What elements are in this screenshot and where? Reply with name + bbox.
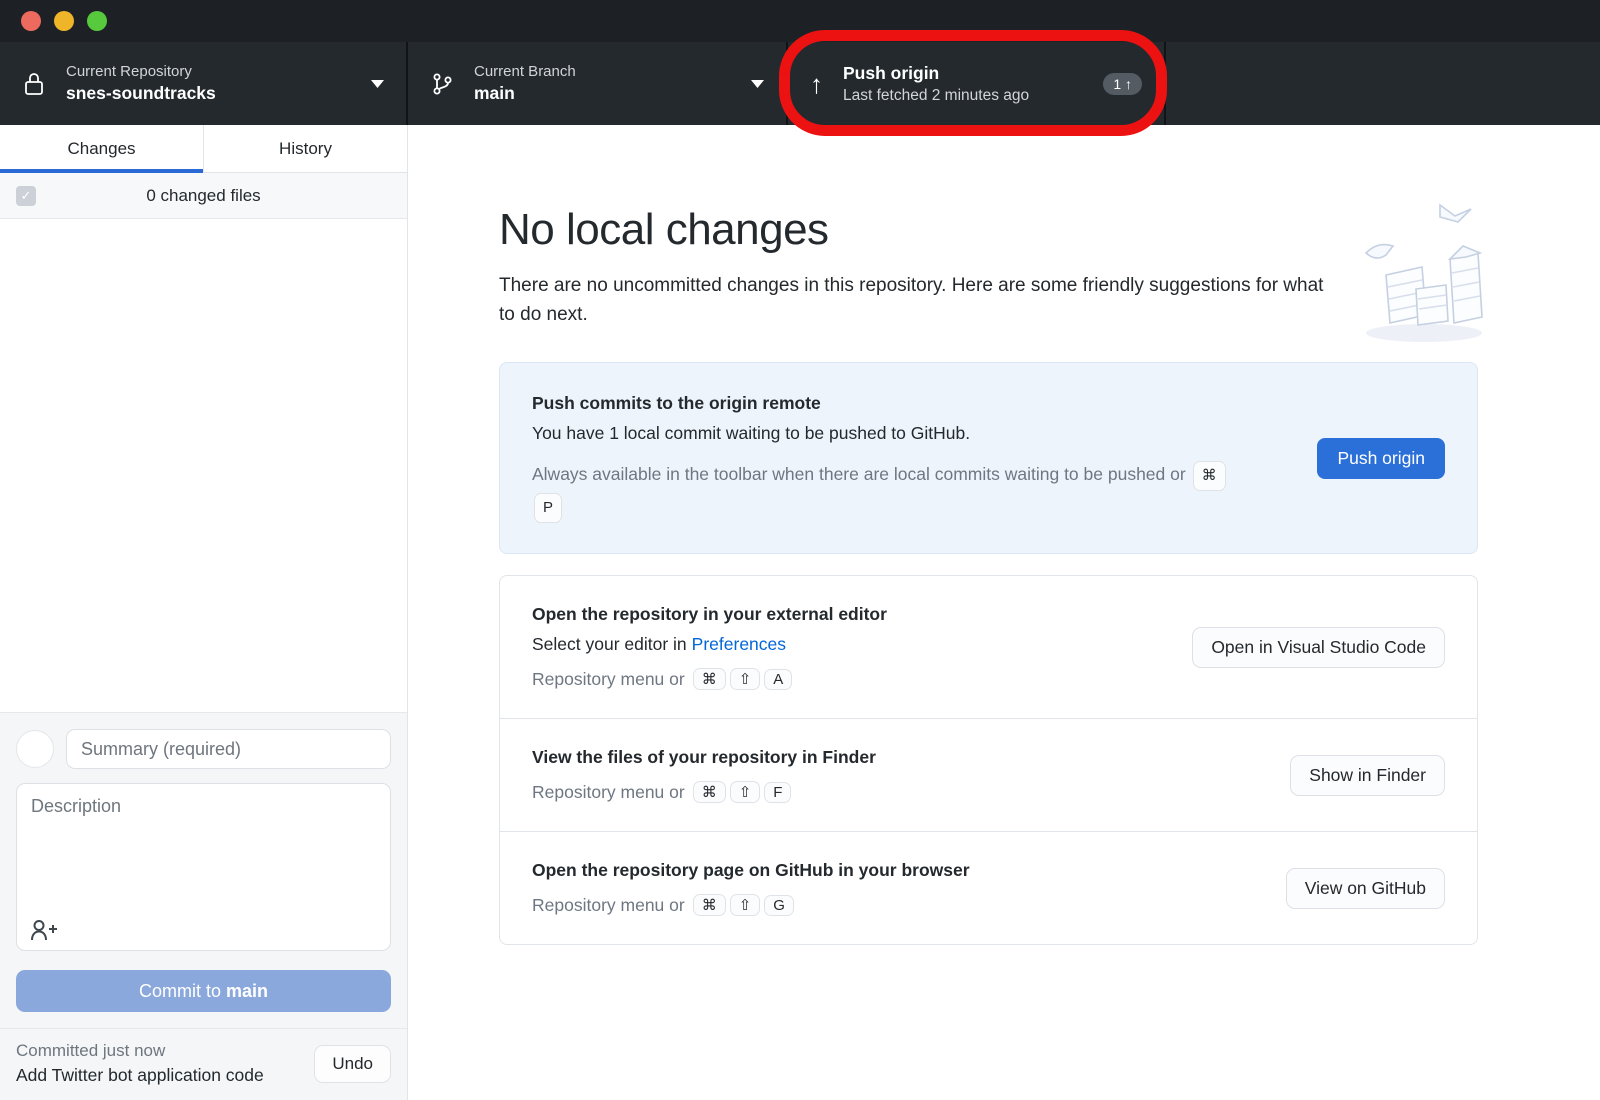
push-commits-panel: Push commits to the origin remote You ha… — [499, 362, 1478, 555]
p-key: P — [534, 493, 562, 523]
cmd-key: ⌘ — [1193, 461, 1226, 491]
select-all-checkbox[interactable]: ✓ — [16, 186, 36, 206]
tab-changes[interactable]: Changes — [0, 125, 203, 172]
chevron-down-icon — [371, 80, 384, 88]
push-origin-button[interactable]: Push origin — [1317, 438, 1445, 479]
a-key: A — [764, 669, 792, 690]
git-branch-icon — [430, 70, 454, 98]
preferences-link[interactable]: Preferences — [692, 634, 786, 654]
push-origin-title: Push origin — [843, 63, 1093, 84]
suggestion-line: Select your editor inPreferences — [532, 634, 1168, 655]
titlebar — [0, 0, 1600, 42]
shift-key: ⇧ — [730, 668, 761, 690]
zoom-window-button[interactable] — [87, 11, 107, 31]
suggestion-hint: Repository menu or ⌘⇧F — [532, 781, 1266, 803]
cmd-key: ⌘ — [693, 894, 726, 916]
view-on-github-button[interactable]: View on GitHub — [1286, 868, 1445, 909]
avatar — [16, 730, 54, 768]
lock-icon — [22, 70, 46, 98]
commit-to-main-button[interactable]: Commit tomain — [16, 970, 391, 1012]
push-panel-line: You have 1 local commit waiting to be pu… — [532, 423, 1293, 444]
suggestion-row-external-editor: Open the repository in your external edi… — [500, 576, 1477, 718]
push-panel-hint: Always available in the toolbar when the… — [532, 459, 1232, 524]
sidebar-tabs: Changes History — [0, 125, 407, 173]
suggestion-row-github: Open the repository page on GitHub in yo… — [500, 831, 1477, 944]
commit-status-text: Committed just now — [16, 1041, 314, 1061]
add-coauthor-icon[interactable] — [30, 918, 58, 942]
description-input[interactable] — [16, 783, 391, 951]
push-origin-toolbar-button[interactable]: ↑ Push origin Last fetched 2 minutes ago… — [788, 42, 1166, 125]
sidebar: Changes History ✓ 0 changed files — [0, 125, 408, 1100]
commit-form: Commit tomain — [0, 712, 407, 1028]
shift-key: ⇧ — [730, 781, 761, 803]
paper-stack-illustration — [1358, 195, 1492, 350]
f-key: F — [764, 782, 791, 803]
push-panel-title: Push commits to the origin remote — [532, 393, 1293, 414]
current-repository-label: Current Repository — [66, 63, 359, 80]
tab-history[interactable]: History — [203, 125, 407, 172]
suggestion-title: View the files of your repository in Fin… — [532, 747, 1266, 768]
arrow-up-icon: ↑ — [810, 71, 823, 97]
show-in-finder-button[interactable]: Show in Finder — [1290, 755, 1445, 796]
ahead-count-badge: 1 ↑ — [1103, 73, 1142, 95]
open-in-editor-button[interactable]: Open in Visual Studio Code — [1192, 627, 1445, 668]
suggestion-row-finder: View the files of your repository in Fin… — [500, 718, 1477, 831]
changes-file-list — [0, 219, 407, 712]
toolbar-spacer — [1166, 42, 1600, 125]
current-branch-name: main — [474, 83, 739, 104]
suggestion-title: Open the repository in your external edi… — [532, 604, 1168, 625]
page-subtitle: There are no uncommitted changes in this… — [499, 271, 1339, 330]
cmd-key: ⌘ — [693, 781, 726, 803]
g-key: G — [764, 895, 794, 916]
suggestions-panel: Open the repository in your external edi… — [499, 575, 1478, 945]
shift-key: ⇧ — [730, 894, 761, 916]
current-repository-name: snes-soundtracks — [66, 83, 359, 104]
changed-files-header: ✓ 0 changed files — [0, 173, 407, 219]
main-content: No local changes There are no uncommitte… — [408, 125, 1600, 1100]
summary-input[interactable] — [66, 729, 391, 769]
close-window-button[interactable] — [21, 11, 41, 31]
undo-commit-bar: Committed just now Add Twitter bot appli… — [0, 1028, 407, 1100]
current-repository-button[interactable]: Current Repository snes-soundtracks — [0, 42, 408, 125]
suggestion-title: Open the repository page on GitHub in yo… — [532, 860, 1262, 881]
page-title: No local changes — [499, 205, 1478, 255]
chevron-down-icon — [751, 80, 764, 88]
cmd-key: ⌘ — [693, 668, 726, 690]
suggestion-hint: Repository menu or ⌘⇧G — [532, 894, 1262, 916]
undo-button[interactable]: Undo — [314, 1045, 391, 1083]
commit-message-text: Add Twitter bot application code — [16, 1065, 314, 1086]
toolbar: Current Repository snes-soundtracks Curr… — [0, 42, 1600, 125]
last-fetched-text: Last fetched 2 minutes ago — [843, 87, 1093, 105]
current-branch-label: Current Branch — [474, 63, 739, 80]
current-branch-button[interactable]: Current Branch main — [408, 42, 788, 125]
suggestion-hint: Repository menu or ⌘⇧A — [532, 668, 1168, 690]
changed-files-count: 0 changed files — [146, 186, 260, 206]
minimize-window-button[interactable] — [54, 11, 74, 31]
